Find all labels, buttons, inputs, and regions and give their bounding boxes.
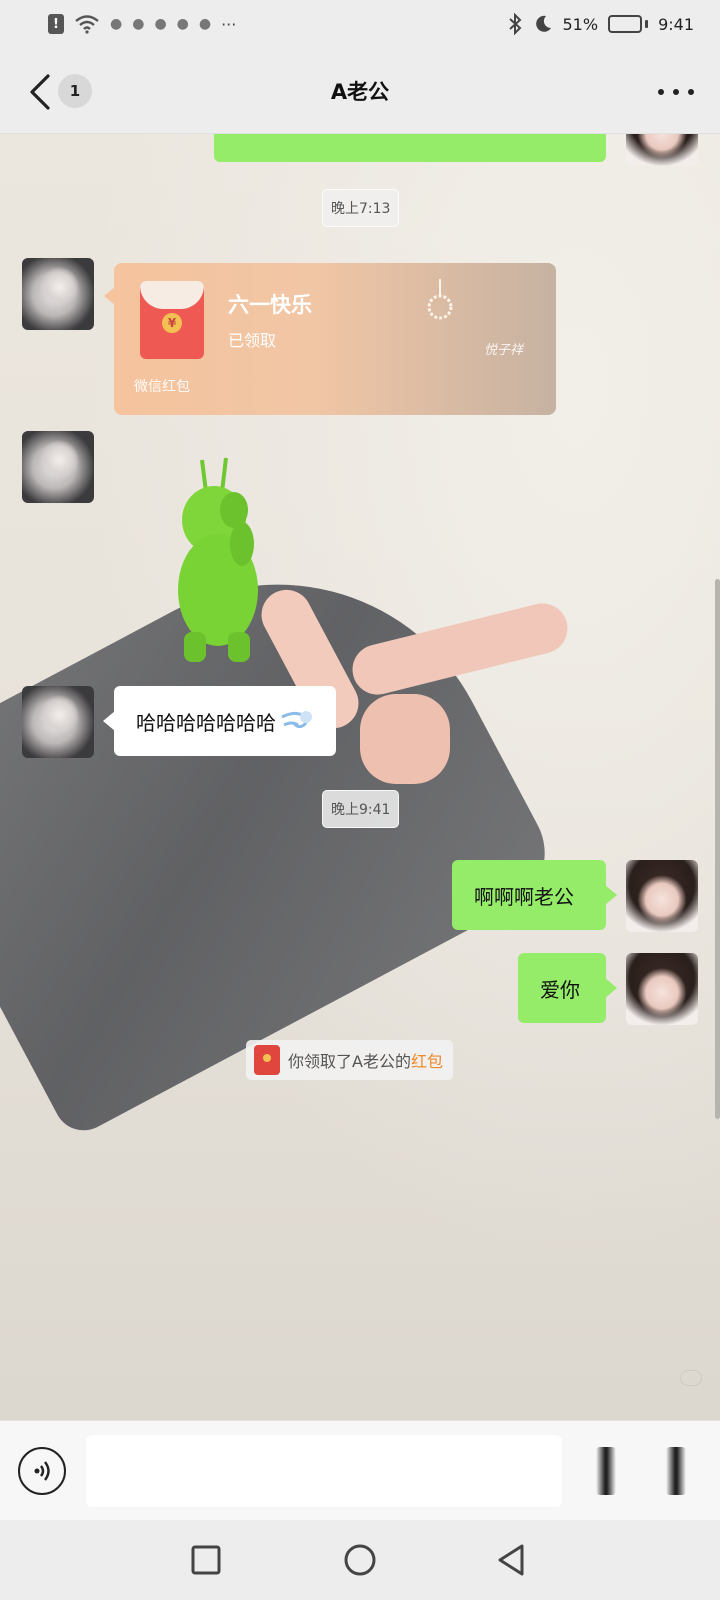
timestamp: 晚上7:13 (322, 189, 400, 227)
red-packet-title: 六一快乐 (228, 293, 312, 317)
my-avatar[interactable] (626, 953, 698, 1025)
overflow-icon: ··· (221, 14, 237, 34)
notice-text: 你领取了A老公的 (288, 1052, 411, 1071)
earring-ornament-icon (427, 279, 453, 320)
message-text: 爱你 (540, 977, 580, 1002)
contact-avatar[interactable] (22, 431, 94, 503)
outgoing-message-bubble[interactable]: 啊啊啊老公 (452, 860, 617, 930)
poop-emoji-icon: ● (176, 16, 189, 32)
red-packet-card[interactable]: ¥ 六一快乐 已领取 微信红包 悦子祥 (114, 263, 556, 415)
plus-button-icon[interactable] (652, 1447, 700, 1495)
recent-apps-icon[interactable] (188, 1542, 224, 1578)
system-nav-bar (0, 1520, 720, 1600)
red-packet-icon (254, 1045, 280, 1075)
outgoing-message-bubble[interactable] (214, 134, 606, 162)
back-triangle-icon[interactable] (494, 1542, 530, 1578)
chat-title: A老公 (330, 80, 390, 104)
incoming-message-bubble[interactable]: 哈哈哈哈哈哈哈 (103, 686, 336, 756)
moon-icon (535, 15, 551, 32)
alert-icon: ! (48, 14, 64, 34)
bluetooth-icon (508, 13, 521, 35)
my-avatar[interactable] (626, 860, 698, 932)
red-packet-link[interactable]: 红包 (411, 1048, 443, 1072)
chat-header: 1 A老公 (0, 48, 720, 134)
message-text: 啊啊啊老公 (474, 884, 574, 909)
status-left: ! ● ● ● ● ● ··· (48, 14, 236, 34)
red-packet-received-notice: 你领取了A老公的 红包 (246, 1040, 453, 1080)
message-text: 哈哈哈哈哈哈哈 (136, 710, 276, 735)
status-bar: ! ● ● ● ● ● ··· 51% 9:41 (0, 0, 720, 48)
red-envelope-icon: ¥ (140, 281, 204, 359)
voice-input-icon[interactable] (18, 1447, 66, 1495)
my-avatar[interactable] (626, 134, 698, 166)
emoji-button-icon[interactable] (582, 1447, 630, 1495)
poop-emoji-icon: ● (198, 16, 212, 32)
contact-avatar[interactable] (22, 686, 94, 758)
background-fist (360, 694, 450, 784)
battery-percent: 51% (562, 14, 599, 34)
contact-avatar[interactable] (22, 258, 94, 330)
battery-icon (608, 15, 649, 33)
dash-wind-emoji-icon (281, 711, 312, 729)
clock: 9:41 (658, 14, 694, 34)
more-options-icon[interactable] (658, 82, 694, 102)
green-cat-sticker[interactable] (172, 452, 272, 666)
outgoing-message-bubble[interactable]: 爱你 (518, 953, 617, 1023)
poop-emoji-icon: ● (110, 16, 123, 32)
timestamp: 晚上9:41 (322, 790, 400, 828)
coin-icon: ¥ (162, 313, 182, 333)
home-icon[interactable] (342, 1542, 378, 1578)
poop-emoji-icon: ● (132, 16, 145, 32)
poop-emoji-icon: ● (154, 16, 167, 32)
wifi-icon (75, 15, 99, 34)
red-packet-status: 已领取 (228, 331, 277, 350)
red-packet-footer: 微信红包 (134, 379, 190, 395)
watermark-icon (680, 1370, 702, 1386)
red-packet-signature: 悦子祥 (484, 343, 524, 358)
chat-message-list[interactable]: 晚上7:13 ¥ 六一快乐 已领取 微信红包 悦子祥 哈哈哈哈哈哈哈 晚上9:4… (0, 134, 720, 1420)
input-bar (0, 1420, 720, 1520)
message-input[interactable] (86, 1435, 562, 1507)
sound-wave-icon (34, 1461, 50, 1481)
scrollbar[interactable] (715, 579, 720, 1119)
status-right: 51% 9:41 (507, 13, 694, 35)
